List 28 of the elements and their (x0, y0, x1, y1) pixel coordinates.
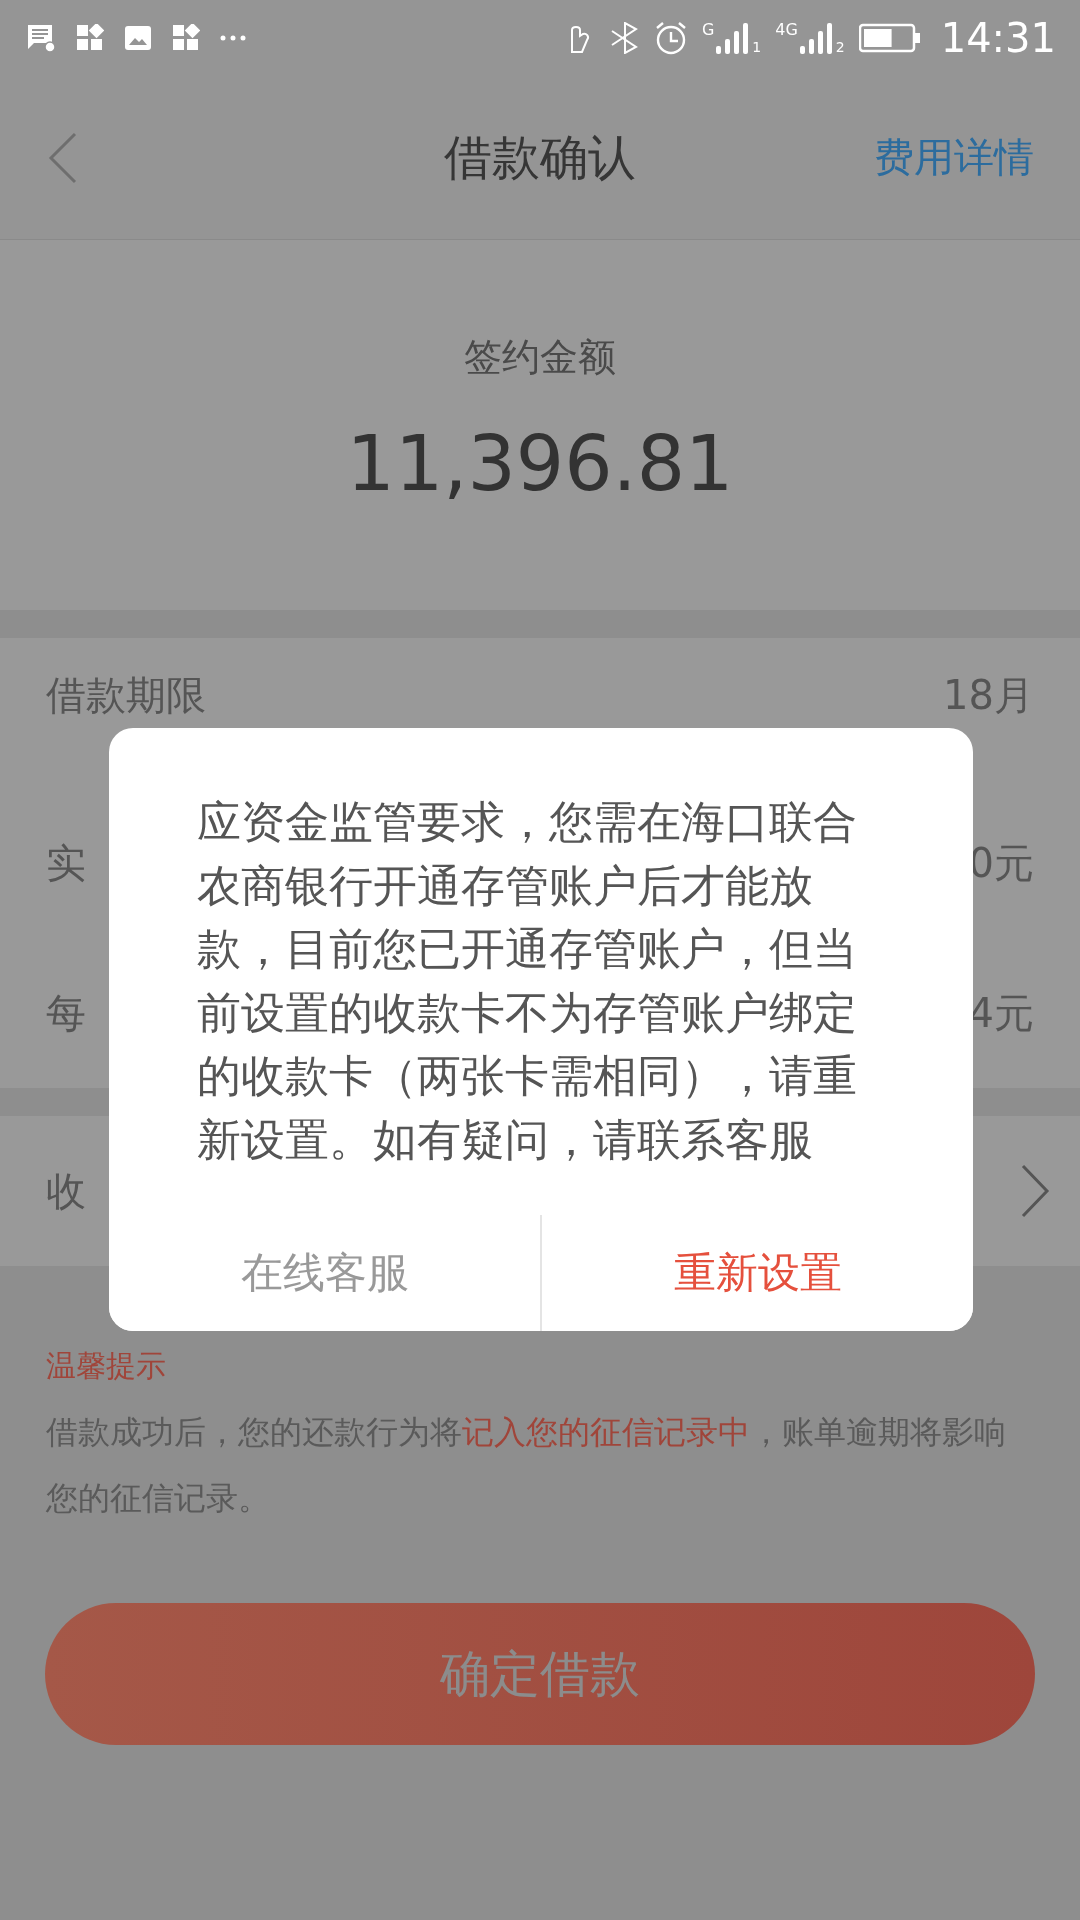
row-label: 每 (46, 988, 86, 1038)
confirm-loan-button[interactable]: 确定借款 (45, 1603, 1035, 1745)
network-label: 4G (775, 22, 798, 38)
row-label: 收 (46, 1166, 86, 1216)
row-label: 借款期限 (46, 671, 206, 720)
more-icon (220, 35, 246, 41)
sim-label: 1 (752, 40, 762, 54)
network-label: G (701, 22, 715, 38)
amount-value: 11,396.81 (346, 419, 734, 508)
image-icon (124, 24, 152, 52)
sim-label: 2 (835, 40, 845, 54)
dialog-message: 应资金监管要求，您需在海口联合农商银行开通存管账户后才能放款，目前您已开通存管账户，但当前设置的收款卡不为存管账户绑定的收款卡（两张卡需相同），请重新设置。如有疑问，请联系客服 (196, 795, 858, 1167)
page-title: 借款确认 (444, 127, 636, 187)
signal-icon (716, 22, 751, 54)
signal-icon (799, 22, 834, 54)
back-icon[interactable] (48, 131, 78, 184)
tip-title: 温馨提示 (46, 1347, 167, 1385)
apps-icon (172, 24, 200, 52)
amount-label: 签约金额 (464, 334, 616, 381)
battery-icon (858, 23, 921, 53)
dialog-button[interactable]: 在线客服 (109, 1215, 542, 1331)
apps-icon (76, 24, 104, 52)
row-value: 18月 (943, 671, 1034, 720)
message-icon (26, 23, 56, 53)
bluetooth-icon (609, 22, 640, 54)
row-label: 实 (46, 838, 86, 888)
clock-time: 14:31 (940, 15, 1056, 61)
fee-details-link[interactable]: 费用详情 (874, 130, 1034, 185)
